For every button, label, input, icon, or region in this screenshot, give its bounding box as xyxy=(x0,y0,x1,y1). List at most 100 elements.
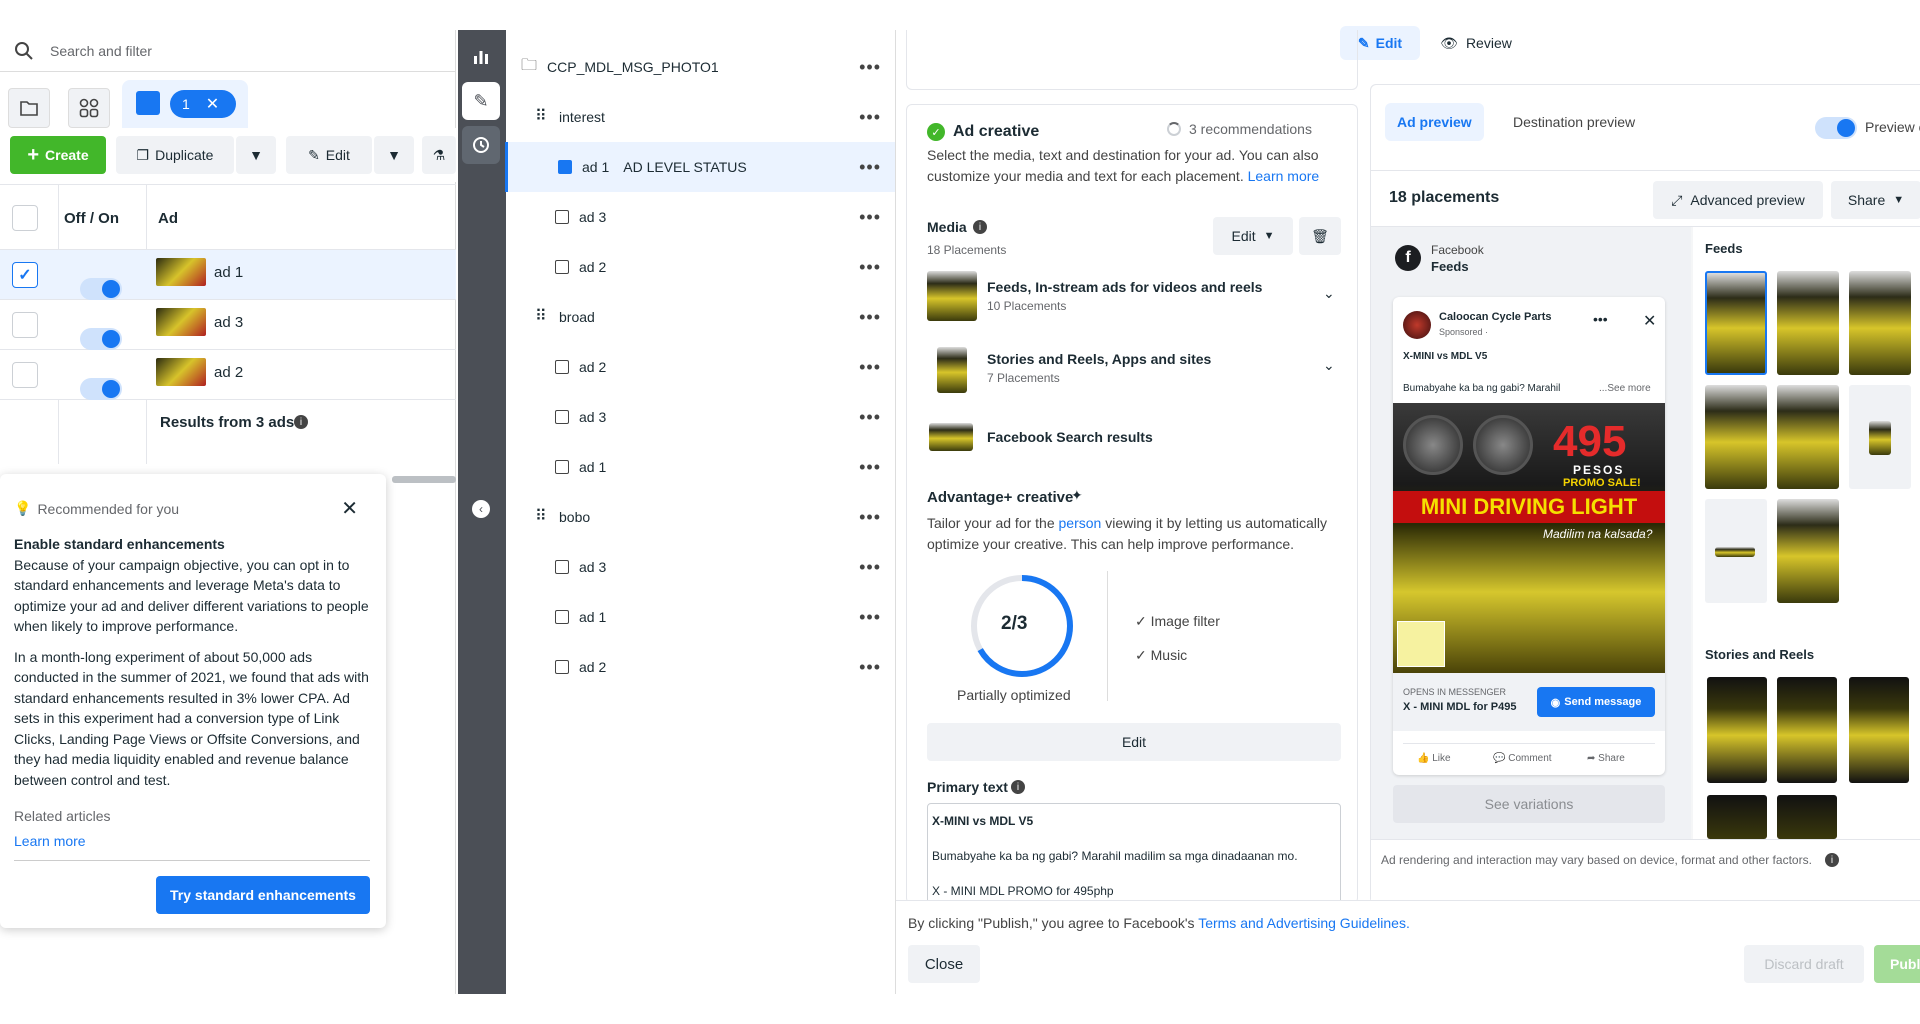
tree-ad[interactable]: ad 1 AD LEVEL STATUS ••• xyxy=(505,142,895,192)
row-checkbox[interactable] xyxy=(12,362,38,388)
more-icon[interactable]: ••• xyxy=(859,607,881,628)
ad-name[interactable]: ad 3 xyxy=(214,314,243,331)
create-button[interactable]: + Create xyxy=(10,136,106,174)
tree-ad[interactable]: ad 1 ••• xyxy=(505,592,895,642)
select-all-checkbox[interactable] xyxy=(12,205,38,231)
see-more-link[interactable]: ...See more xyxy=(1599,383,1651,394)
media-edit-button[interactable]: Edit ▼ xyxy=(1213,217,1293,255)
placement-thumb[interactable] xyxy=(1705,499,1767,603)
tree-campaign[interactable]: 🗀 CCP_MDL_MSG_PHOTO1 ••• xyxy=(505,42,895,92)
recommendations-link[interactable]: 3 recommendations xyxy=(1167,121,1312,137)
primary-text-input[interactable]: X-MINI vs MDL V5 Bumabyahe ka ba ng gabi… xyxy=(927,803,1341,905)
learn-more-link[interactable]: Learn more xyxy=(1248,168,1320,184)
advantage-edit-button[interactable]: Edit xyxy=(927,723,1341,761)
discard-draft-button[interactable]: Discard draft xyxy=(1744,945,1864,983)
ad-toggle[interactable] xyxy=(80,277,122,300)
tree-ad[interactable]: ad 1 ••• xyxy=(505,442,895,492)
ad-name[interactable]: ad 2 xyxy=(214,364,243,381)
tree-ad[interactable]: ad 2 ••• xyxy=(505,342,895,392)
row-checkbox[interactable]: ✓ xyxy=(12,262,38,288)
history-icon[interactable] xyxy=(462,126,500,164)
duplicate-dropdown[interactable]: ▼ xyxy=(236,136,276,174)
col-ad[interactable]: Ad xyxy=(158,210,178,227)
chart-icon[interactable] xyxy=(462,38,500,76)
ads-tab[interactable]: 1 ✕ xyxy=(122,80,248,128)
terms-link[interactable]: Terms and Advertising Guidelines. xyxy=(1198,915,1410,931)
more-icon[interactable]: ••• xyxy=(859,507,881,528)
publish-button[interactable]: Publi xyxy=(1874,945,1920,983)
collapse-icon[interactable]: ‹ xyxy=(472,500,490,518)
test-button[interactable]: ⚗ xyxy=(422,136,456,174)
table-row[interactable]: ad 3 xyxy=(0,300,456,350)
search-bar[interactable]: Search and filter xyxy=(0,30,456,72)
placement-thumb[interactable] xyxy=(1705,271,1767,375)
see-variations-button[interactable]: See variations xyxy=(1393,785,1665,823)
info-icon[interactable]: i xyxy=(973,220,987,234)
more-icon[interactable]: ••• xyxy=(859,357,881,378)
clear-selection-icon[interactable]: ✕ xyxy=(206,94,219,114)
more-icon[interactable]: ••• xyxy=(859,107,881,128)
more-icon[interactable]: ••• xyxy=(859,207,881,228)
edit-dropdown[interactable]: ▼ xyxy=(374,136,414,174)
like-action[interactable]: 👍 Like xyxy=(1417,753,1451,764)
placement-thumb[interactable] xyxy=(1777,499,1839,603)
ad-name[interactable]: ad 1 xyxy=(214,264,243,281)
chevron-down-icon[interactable]: ⌄ xyxy=(1323,285,1335,302)
share-button[interactable]: Share ▼ xyxy=(1831,181,1920,219)
ad-toggle[interactable] xyxy=(80,327,122,350)
placement-thumb[interactable] xyxy=(1707,795,1767,839)
more-icon[interactable]: ••• xyxy=(859,157,881,178)
table-row[interactable]: ad 2 xyxy=(0,350,456,400)
edit-button[interactable]: ✎ Edit xyxy=(286,136,372,174)
tab-destination-preview[interactable]: Destination preview xyxy=(1501,103,1647,141)
tree-ad[interactable]: ad 2 ••• xyxy=(505,242,895,292)
table-row[interactable]: ✓ ad 1 xyxy=(0,250,456,300)
preview-toggle[interactable] xyxy=(1815,117,1857,139)
tree-ad[interactable]: ad 3 ••• xyxy=(505,542,895,592)
close-icon[interactable]: ✕ xyxy=(341,496,358,521)
selected-count-pill[interactable]: 1 ✕ xyxy=(170,90,236,118)
more-icon[interactable]: ••• xyxy=(859,557,881,578)
campaigns-tab[interactable] xyxy=(8,88,50,128)
more-icon[interactable]: ••• xyxy=(859,57,881,78)
tree-adset[interactable]: ⠿ interest ••• xyxy=(505,92,895,142)
placement-thumb[interactable] xyxy=(1777,677,1837,783)
placement-thumb[interactable] xyxy=(1707,677,1767,783)
more-icon[interactable]: ••• xyxy=(1593,311,1608,327)
more-icon[interactable]: ••• xyxy=(859,657,881,678)
placement-thumb[interactable] xyxy=(1777,385,1839,489)
more-icon[interactable]: ••• xyxy=(859,307,881,328)
advanced-preview-button[interactable]: ⤢ Advanced preview xyxy=(1653,181,1823,219)
row-checkbox[interactable] xyxy=(12,312,38,338)
info-icon[interactable]: i xyxy=(1011,780,1025,794)
horizontal-scrollbar[interactable] xyxy=(392,476,456,483)
send-message-button[interactable]: ◉ Send message xyxy=(1537,687,1655,717)
comment-action[interactable]: 💬 Comment xyxy=(1493,753,1552,764)
more-icon[interactable]: ••• xyxy=(859,457,881,478)
duplicate-button[interactable]: ❐ Duplicate xyxy=(116,136,234,174)
try-standard-enhancements-button[interactable]: Try standard enhancements xyxy=(156,876,370,914)
placement-thumb[interactable] xyxy=(1777,795,1837,839)
tab-review[interactable]: 👁 Review xyxy=(1436,26,1516,60)
placement-thumb[interactable] xyxy=(1777,271,1839,375)
search-input[interactable]: Search and filter xyxy=(50,43,152,59)
tab-ad-preview[interactable]: Ad preview xyxy=(1385,103,1484,141)
tree-adset[interactable]: ⠿ bobo ••• xyxy=(505,492,895,542)
learn-more-link[interactable]: Learn more xyxy=(14,831,374,852)
tree-ad[interactable]: ad 2 ••• xyxy=(505,642,895,692)
person-link[interactable]: person xyxy=(1059,515,1102,531)
chevron-down-icon[interactable]: ⌄ xyxy=(1323,357,1335,374)
pencil-icon[interactable]: ✎ xyxy=(462,82,500,120)
more-icon[interactable]: ••• xyxy=(859,257,881,278)
tree-adset[interactable]: ⠿ broad ••• xyxy=(505,292,895,342)
ad-toggle[interactable] xyxy=(80,377,122,400)
info-icon[interactable]: i xyxy=(294,415,308,429)
close-button[interactable]: Close xyxy=(908,945,980,983)
delete-button[interactable]: 🗑 xyxy=(1299,217,1341,255)
tree-ad[interactable]: ad 3 ••• xyxy=(505,192,895,242)
share-action[interactable]: ➦ Share xyxy=(1587,753,1625,764)
placement-thumb[interactable] xyxy=(1705,385,1767,489)
info-icon[interactable]: i xyxy=(1825,853,1839,867)
tree-ad[interactable]: ad 3 ••• xyxy=(505,392,895,442)
adsets-tab[interactable] xyxy=(68,88,110,128)
